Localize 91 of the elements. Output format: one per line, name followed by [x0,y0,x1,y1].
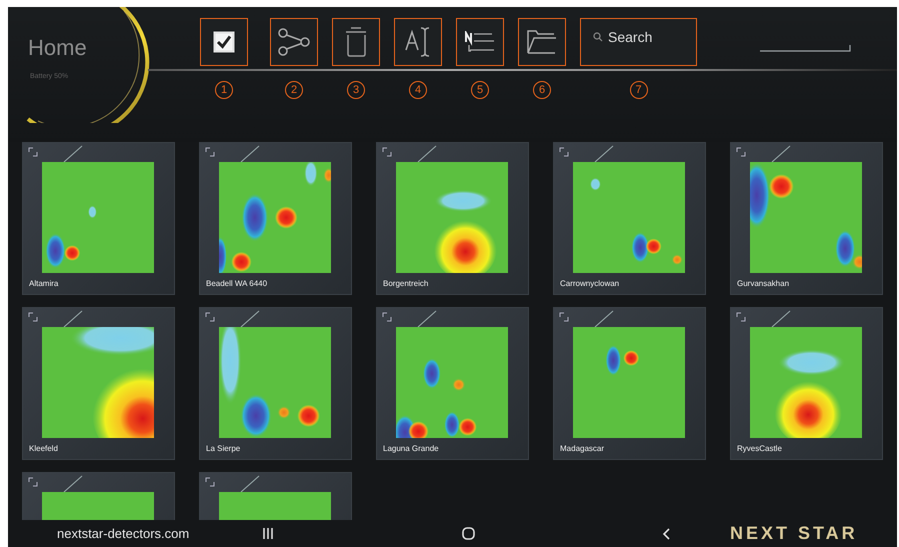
expand-icon [28,477,38,487]
back-icon[interactable] [662,528,670,540]
signal-blob [672,254,683,266]
diagonal-line-icon [63,475,83,493]
expand-icon [205,477,215,487]
diagonal-line-icon [63,310,83,328]
signal-blob [434,190,492,212]
scan-card[interactable]: Kleefeld [22,307,175,460]
expand-icon [205,312,215,322]
scan-card[interactable]: Altamira [22,142,175,295]
trash-button[interactable] [332,18,380,66]
scan-card[interactable]: Madagascar [553,307,706,460]
scan-card[interactable]: Carrownyclowan [553,142,706,295]
home-nav-icon[interactable] [462,527,475,540]
share-button[interactable] [270,18,318,66]
signal-blob [304,162,318,186]
callout-number: 4 [409,81,427,99]
scan-name: Altamira [29,279,58,288]
signal-blob [297,404,320,427]
signal-blob [590,178,601,191]
diagonal-line-icon [240,310,260,328]
scan-card[interactable]: La Sierpe [199,307,352,460]
signal-blob [275,206,298,229]
trash-icon [345,26,367,58]
expand-icon [559,312,569,322]
scan-name: Carrownyclowan [560,279,620,288]
scan-card[interactable]: Borgentreich [376,142,529,295]
recent-apps-icon[interactable] [262,528,274,539]
signal-blob [422,358,441,390]
signal-blob [778,349,846,376]
search-input[interactable]: Search [608,29,688,45]
expand-icon [28,147,38,157]
expand-icon [382,312,392,322]
scan-name: Beadell WA 6440 [206,279,268,288]
callout-number: 2 [285,81,303,99]
expand-icon [736,147,746,157]
expand-icon [736,312,746,322]
brand-logo: NEXT STAR [730,523,858,544]
text-cursor-icon [404,26,432,58]
callout-number: 1 [215,81,233,99]
home-title: Home [28,35,87,61]
signal-blob [323,168,331,184]
diagonal-line-icon [771,145,791,163]
scan-name: La Sierpe [206,444,240,453]
signal-blob [277,406,291,420]
diagonal-line-icon [240,475,260,493]
website-link[interactable]: nextstar-detectors.com [57,526,262,541]
callout-number: 3 [347,81,365,99]
expand-icon [28,312,38,322]
scan-name: Gurvansakhan [737,279,790,288]
scan-card[interactable]: Beadell WA 6440 [199,142,352,295]
signal-blob [88,205,97,219]
scan-card[interactable]: Laguna Grande [376,307,529,460]
expand-icon [559,147,569,157]
search-field[interactable]: Search [580,18,697,66]
diagonal-line-icon [771,310,791,328]
scan-name: Borgentreich [383,279,428,288]
search-icon [593,32,603,42]
text-button[interactable] [394,18,442,66]
scan-name: Madagascar [560,444,604,453]
diagonal-line-icon [240,145,260,163]
signal-blob [408,421,428,438]
sort-button[interactable] [456,18,504,66]
callout-number: 6 [533,81,551,99]
diagonal-line-icon [594,145,614,163]
diagonal-line-icon [63,145,83,163]
scan-name: Laguna Grande [383,444,439,453]
folder-button[interactable] [518,18,566,66]
signal-blob [231,252,252,272]
signal-blob [623,350,640,366]
signal-blob [452,378,466,392]
scan-card[interactable]: RyvesCastle [730,307,883,460]
checkbox-button[interactable] [200,18,248,66]
scan-name: RyvesCastle [737,444,782,453]
scan-card[interactable]: Gurvansakhan [730,142,883,295]
expand-icon [382,147,392,157]
diagonal-line-icon [417,310,437,328]
signal-blob [219,236,227,273]
signal-blob [605,344,622,376]
checkbox-icon[interactable] [213,31,235,53]
expand-icon [205,147,215,157]
callout-number: 7 [630,81,648,99]
scan-name: Kleefeld [29,444,58,453]
signal-blob [241,193,268,242]
diagonal-line-icon [417,145,437,163]
share-icon [277,27,311,57]
sort-list-icon [464,31,496,53]
corner-line-icon [760,45,852,53]
callout-number: 5 [471,81,489,99]
diagonal-line-icon [594,310,614,328]
folder-icon [526,29,558,55]
